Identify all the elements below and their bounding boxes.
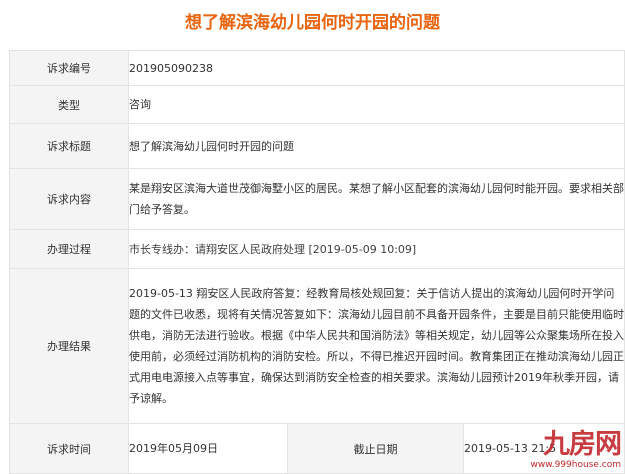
row-content: 诉求内容 某是翔安区滨海大道世茂御海墅小区的居民。某想了解小区配套的滨海幼儿园何…	[9, 168, 625, 230]
complaint-detail-table: 诉求编号 201905090238 类型 咨询 诉求标题 想了解滨海幼儿园何时开…	[9, 50, 625, 474]
result-value: 2019-05-13 翔安区人民政府答复：经教育局核处规回复：关于信访人提出的滨…	[128, 268, 625, 424]
process-label: 办理过程	[9, 229, 129, 269]
number-value: 201905090238	[128, 50, 625, 86]
row-result: 办理结果 2019-05-13 翔安区人民政府答复：经教育局核处规回复：关于信访…	[9, 268, 625, 424]
row-number: 诉求编号 201905090238	[9, 50, 625, 86]
row-time: 诉求时间 2019年05月09日 截止日期 2019-05-13 21:5	[9, 423, 625, 474]
content-value: 某是翔安区滨海大道世茂御海墅小区的居民。某想了解小区配套的滨海幼儿园何时能开园。…	[128, 168, 625, 230]
result-label: 办理结果	[9, 268, 129, 424]
type-value: 咨询	[128, 85, 625, 124]
row-process: 办理过程 市长专线办：请翔安区人民政府处理 [2019-05-09 10:09]	[9, 229, 625, 269]
number-label: 诉求编号	[9, 50, 129, 86]
subject-value: 想了解滨海幼儿园何时开园的问题	[128, 123, 625, 169]
type-label: 类型	[9, 85, 129, 124]
deadline-label: 截止日期	[287, 423, 464, 474]
deadline-value: 2019-05-13 21:5	[463, 423, 625, 474]
row-subject: 诉求标题 想了解滨海幼儿园何时开园的问题	[9, 123, 625, 169]
content-label: 诉求内容	[9, 168, 129, 230]
time-value: 2019年05月09日	[128, 423, 288, 474]
time-label: 诉求时间	[9, 423, 129, 474]
page-title: 想了解滨海幼儿园何时开园的问题	[185, 13, 440, 33]
subject-label: 诉求标题	[9, 123, 129, 169]
row-type: 类型 咨询	[9, 85, 625, 124]
process-value: 市长专线办：请翔安区人民政府处理 [2019-05-09 10:09]	[128, 229, 625, 269]
